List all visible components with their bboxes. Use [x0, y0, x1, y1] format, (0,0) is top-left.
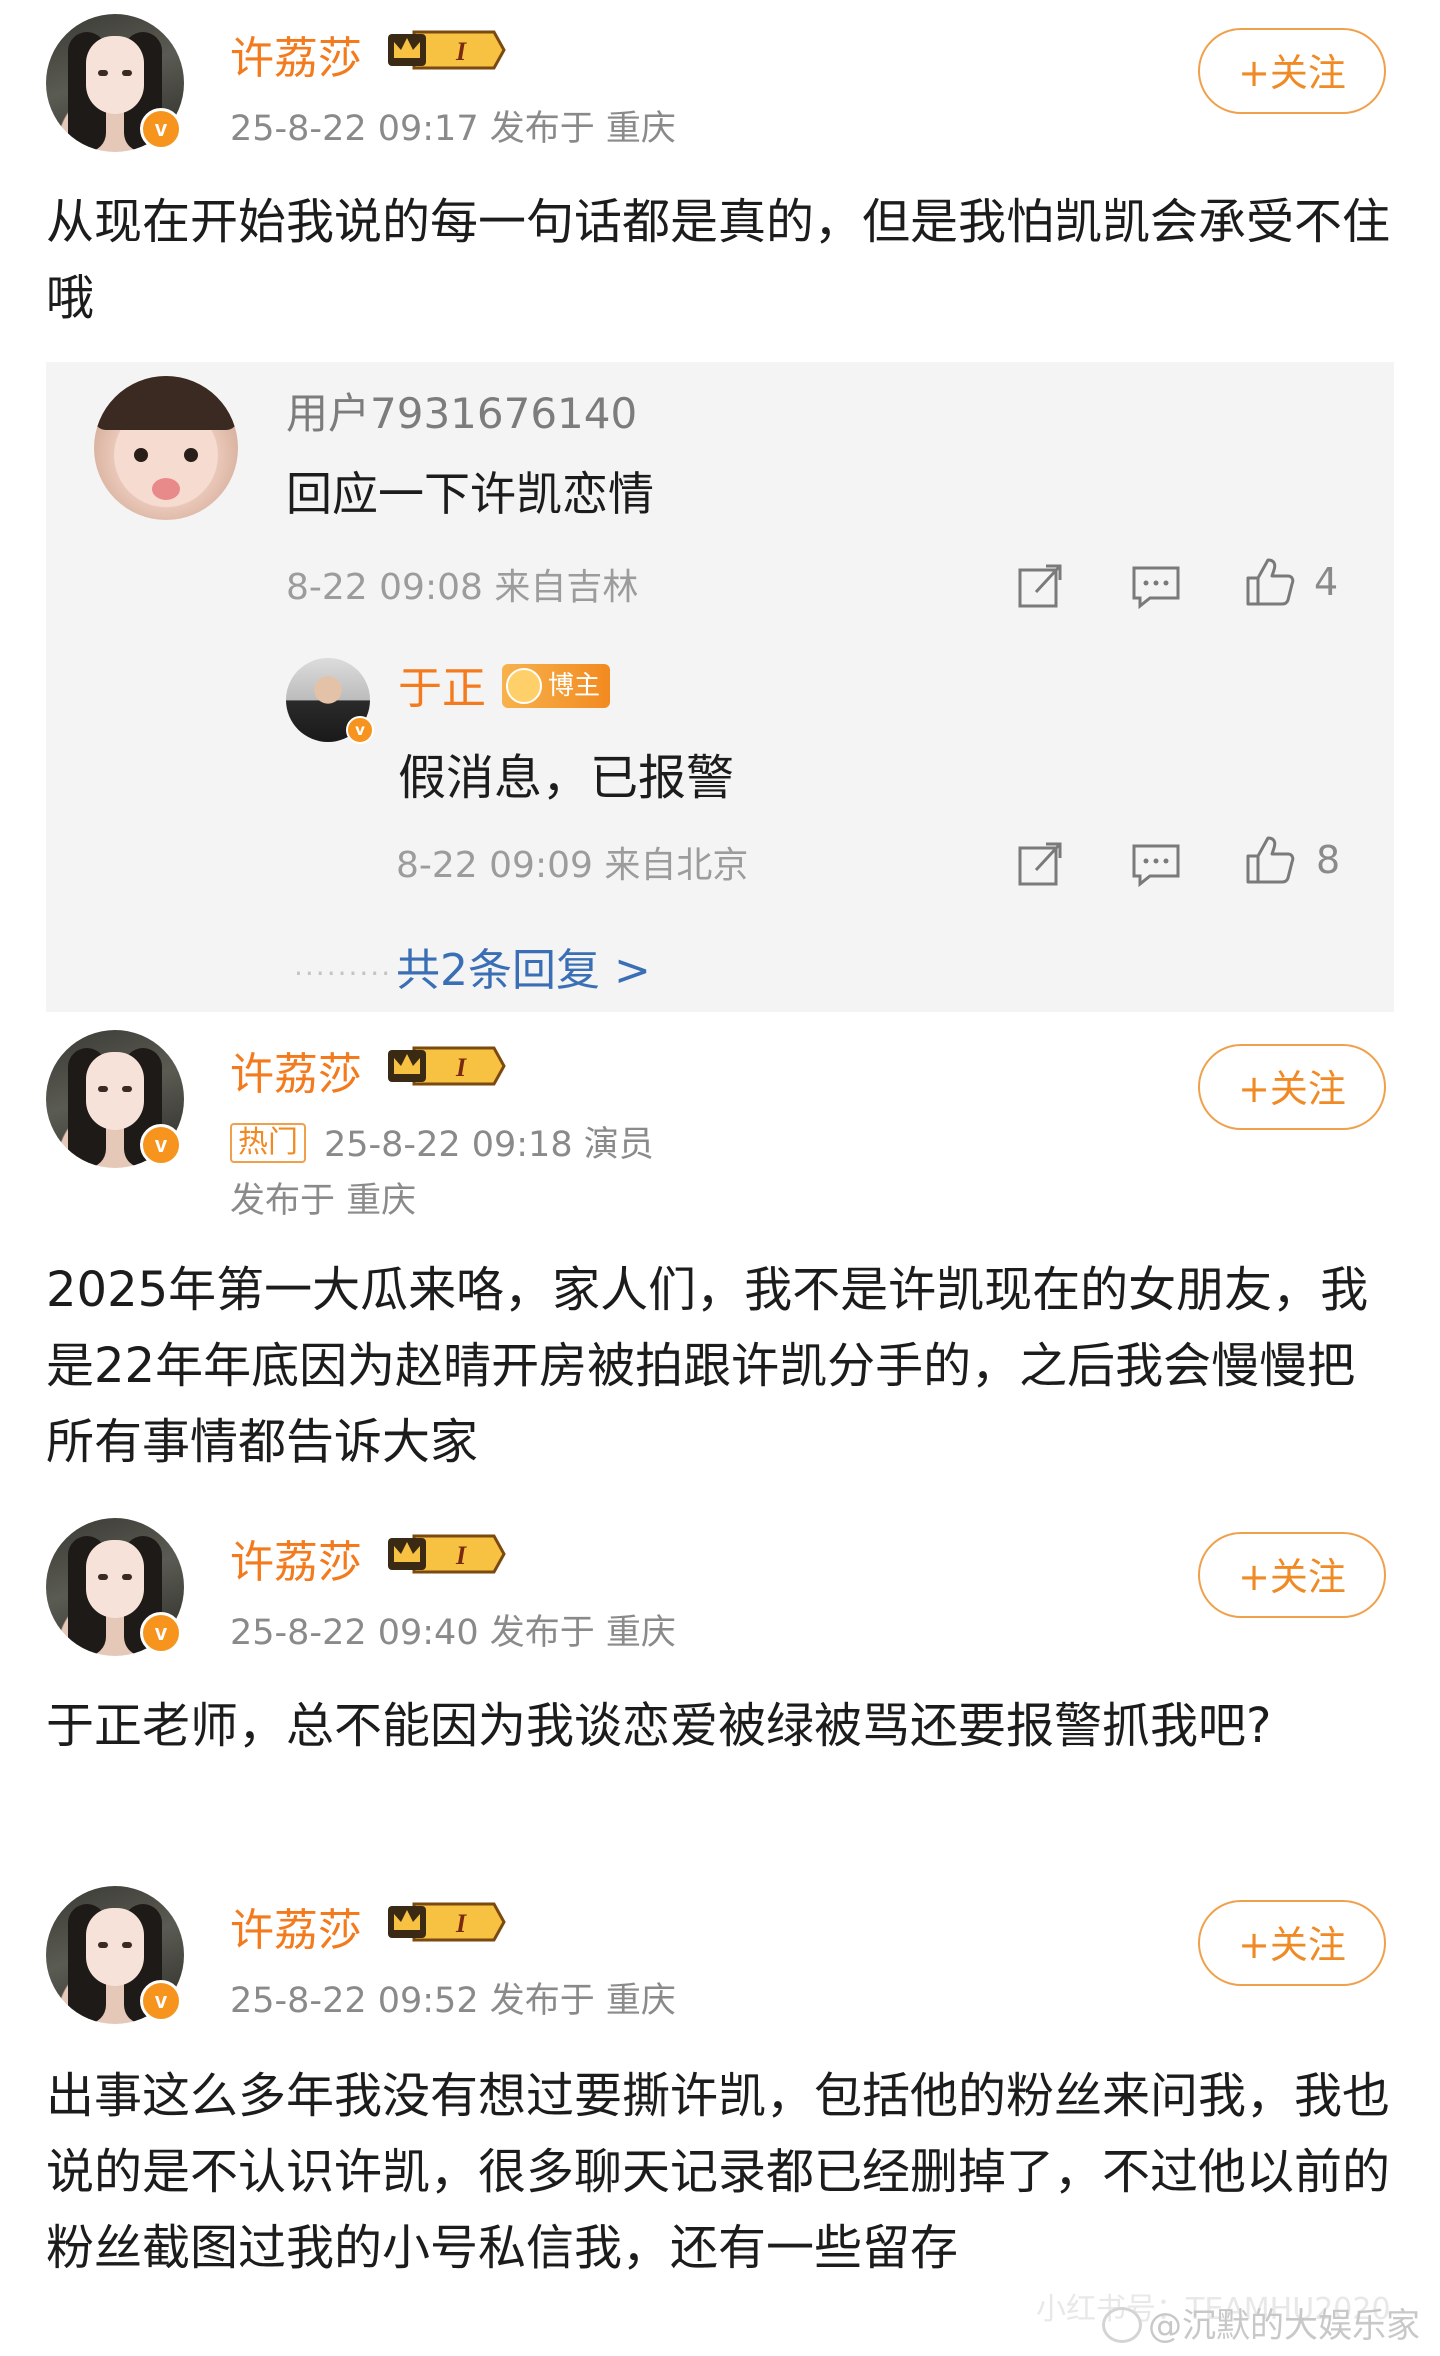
commenter-avatar[interactable] — [94, 376, 238, 520]
blogger-badge: 博主 — [502, 664, 610, 708]
like-icon[interactable] — [1244, 834, 1296, 886]
crown-level-icon: I — [388, 30, 506, 70]
weibo-logo-icon — [1102, 2307, 1142, 2343]
username[interactable]: 许荔莎 — [230, 22, 362, 86]
reply-text: 假消息，已报警 — [398, 750, 735, 806]
verified-icon: v — [140, 108, 182, 150]
follow-button[interactable]: +关注 — [1198, 28, 1386, 114]
comment-thread: 用户7931676140 回应一下许凯恋情 8-22 09:08 来自吉林 4 … — [46, 362, 1394, 1012]
user-avatar[interactable]: v — [46, 1030, 184, 1168]
level-badge-text: I — [455, 1909, 467, 1938]
post-text: 从现在开始我说的每一句话都是真的，但是我怕凯凯会承受不住哦 — [46, 194, 1391, 326]
verified-icon: v — [140, 1980, 182, 2022]
reply-meta: 8-22 09:09 来自北京 — [396, 845, 749, 886]
watermark-text: @沉默的大娱乐家 — [1148, 2306, 1420, 2346]
divider — [0, 1014, 1440, 1018]
share-icon[interactable] — [1014, 560, 1066, 612]
username[interactable]: 许荔莎 — [230, 1526, 362, 1590]
like-count: 4 — [1314, 560, 1339, 604]
crown-level-icon: I — [388, 1902, 506, 1942]
level-badge-text: I — [455, 1053, 467, 1082]
comment-meta: 8-22 09:08 来自吉林 — [286, 567, 639, 608]
comment-text: 回应一下许凯恋情 — [286, 467, 654, 521]
replier-name[interactable]: 于正 — [398, 652, 486, 716]
like-count: 8 — [1316, 838, 1341, 882]
level-badge-text: I — [455, 37, 467, 66]
follow-button[interactable]: +关注 — [1198, 1044, 1386, 1130]
post-text: 2025年第一大瓜来咯，家人们，我不是许凯现在的女朋友，我是22年年底因为赵晴开… — [46, 1262, 1369, 1470]
post-meta-time: 25-8-22 09:18 演员 — [324, 1125, 654, 1165]
crown-level-icon: I — [388, 1046, 506, 1086]
screenshot-page: v 许荔莎 I 25-8-22 09:17 发布于 重庆 +关注 从现在开始我说… — [0, 0, 1440, 2356]
follow-button[interactable]: +关注 — [1198, 1900, 1386, 1986]
like-icon[interactable] — [1244, 556, 1296, 608]
level-badge-text: I — [455, 1541, 467, 1570]
share-icon[interactable] — [1014, 838, 1066, 890]
commenter-name[interactable]: 用户7931676140 — [286, 380, 637, 441]
username[interactable]: 许荔莎 — [230, 1894, 362, 1958]
comment-icon[interactable] — [1130, 838, 1182, 890]
comment-icon[interactable] — [1130, 560, 1182, 612]
replier-avatar[interactable]: v — [286, 658, 374, 744]
post-text: 于正老师，总不能因为我谈恋爱被绿被骂还要报警抓我吧? — [46, 1698, 1272, 1754]
username[interactable]: 许荔莎 — [230, 1038, 362, 1102]
user-avatar[interactable]: v — [46, 1886, 184, 2024]
thread-dots: ········· — [294, 957, 393, 990]
verified-icon: v — [140, 1124, 182, 1166]
user-avatar[interactable]: v — [46, 14, 184, 152]
post-meta: 25-8-22 09:17 发布于 重庆 — [230, 109, 676, 149]
user-avatar[interactable]: v — [46, 1518, 184, 1656]
post-meta: 25-8-22 09:40 发布于 重庆 — [230, 1613, 676, 1653]
hot-tag: 热门 — [230, 1123, 306, 1163]
follow-button[interactable]: +关注 — [1198, 1532, 1386, 1618]
verified-icon: v — [140, 1612, 182, 1654]
blogger-badge-label: 博主 — [547, 671, 600, 701]
post-text: 出事这么多年我没有想过要撕许凯，包括他的粉丝来问我，我也说的是不认识许凯，很多聊… — [46, 2068, 1391, 2276]
post-meta-location: 发布于 重庆 — [230, 1181, 417, 1221]
more-replies-link[interactable]: 共2条回复 > — [396, 934, 651, 998]
post-meta: 25-8-22 09:52 发布于 重庆 — [230, 1981, 676, 2021]
crown-level-icon: I — [388, 1534, 506, 1574]
watermark: @沉默的大娱乐家 — [1102, 2298, 1420, 2347]
post-meta: 热门 25-8-22 09:18 演员 — [230, 1116, 654, 1167]
